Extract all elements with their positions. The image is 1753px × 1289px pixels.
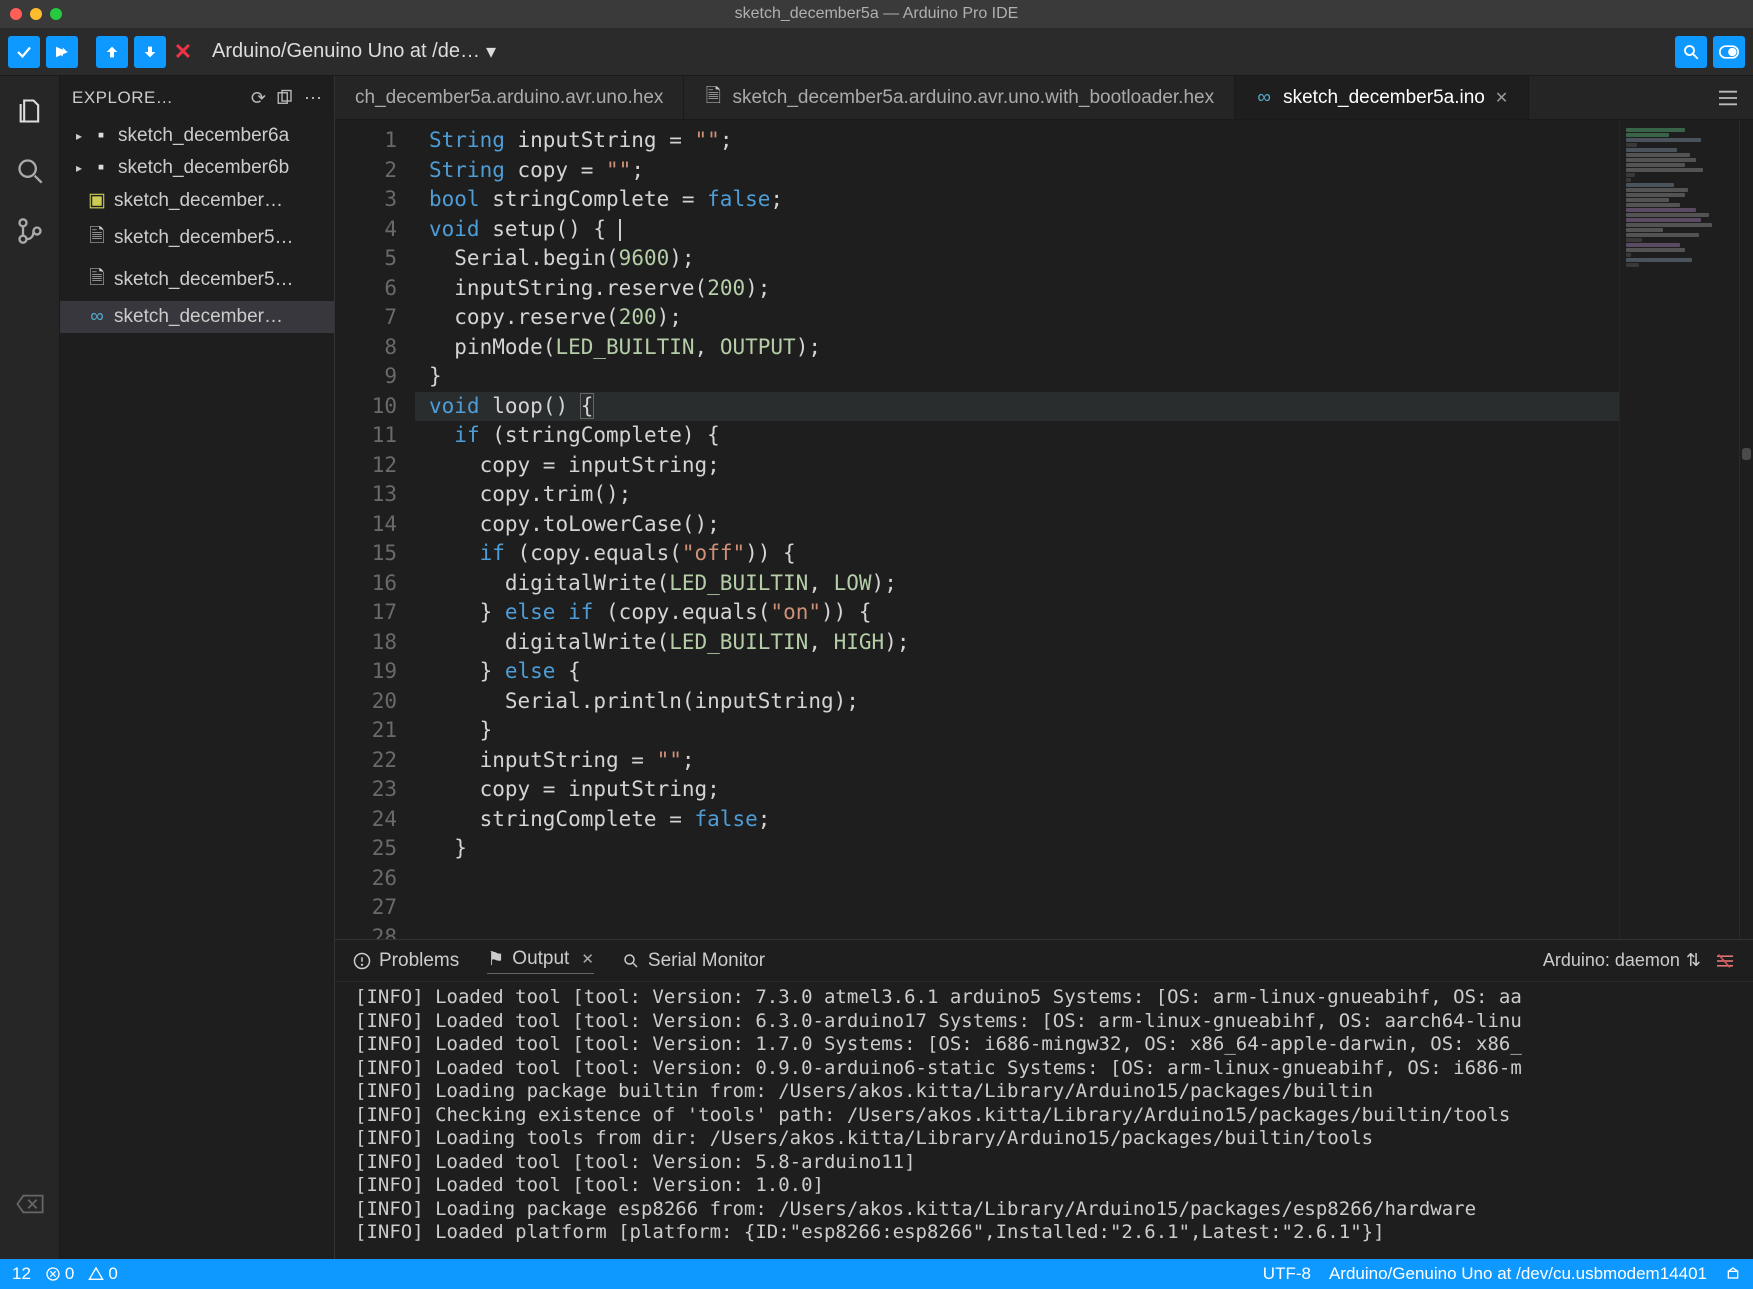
panel-tabs: Problems ⚑ Output ✕ Serial Monitor Ardui… [335,940,1753,982]
board-selector[interactable]: Arduino/Genuino Uno at /de… ▾ [200,39,508,64]
activity-bar [0,76,60,1259]
output-label: Output [512,948,569,970]
warning-count: 0 [108,1264,117,1284]
search-toolbar-button[interactable] [1675,36,1707,68]
file-label: sketch_december5… [114,269,294,291]
editor-tab[interactable]: ch_december5a.arduino.avr.uno.hex [335,76,684,119]
tab-label: ch_december5a.arduino.avr.uno.hex [355,87,663,109]
explorer-activity-icon[interactable] [15,96,45,126]
board-selector-label: Arduino/Genuino Uno at /de… [212,40,480,63]
main-area: EXPLORE… ⟳ ⋯ ▪ sketch_december6a ▪ sketc… [0,76,1753,1259]
file-item[interactable]: ▣ sketch_december… [60,184,334,217]
file-label: sketch_december… [114,306,283,328]
editor-tab[interactable]: 🗎 sketch_december5a.arduino.avr.uno.with… [684,76,1235,119]
more-icon[interactable]: ⋯ [304,88,322,109]
ino-file-icon: ∞ [1255,87,1273,109]
status-errors[interactable]: 0 [45,1264,74,1284]
select-arrows-icon: ⇅ [1686,950,1701,971]
line-number-gutter: 1234567891011121314151617181920212223242… [335,120,415,939]
stop-button[interactable]: ✕ [172,39,194,65]
chevron-down-icon: ▾ [486,39,496,64]
flag-icon: ⚑ [487,948,504,971]
editor-area: ch_december5a.arduino.avr.uno.hex 🗎 sket… [335,76,1753,1259]
sidebar-title: EXPLORE… [72,88,241,108]
window-title: sketch_december5a — Arduino Pro IDE [0,5,1753,23]
problems-icon [353,952,371,970]
problems-tab[interactable]: Problems [353,950,459,972]
status-board[interactable]: Arduino/Genuino Uno at /dev/cu.usbmodem1… [1329,1264,1707,1284]
code-editor[interactable]: 1234567891011121314151617181920212223242… [335,120,1753,939]
clear-icon[interactable] [15,1189,45,1219]
ino-file-icon: ∞ [88,306,106,328]
config-file-icon: ▣ [88,189,106,212]
code-content[interactable]: String inputString = "";String copy = ""… [415,120,1619,939]
minimap[interactable] [1619,120,1739,939]
file-list: ▪ sketch_december6a ▪ sketch_december6b … [60,120,334,1259]
problems-label: Problems [379,950,459,972]
toolbar: ✕ Arduino/Genuino Uno at /de… ▾ [0,28,1753,76]
toggle-advanced-button[interactable] [1713,36,1745,68]
serial-label: Serial Monitor [648,950,765,972]
status-linecol[interactable]: 12 [12,1264,31,1284]
notifications-icon[interactable] [1725,1266,1741,1282]
file-item-active[interactable]: ∞ sketch_december… [60,301,334,333]
tab-label: sketch_december5a.arduino.avr.uno.with_b… [732,87,1214,109]
serial-monitor-tab[interactable]: Serial Monitor [622,950,765,972]
file-icon: 🗎 [88,264,106,296]
close-tab-icon[interactable]: ✕ [1495,88,1508,108]
file-item[interactable]: 🗎 sketch_december5… [60,217,334,259]
open-button[interactable] [96,36,128,68]
status-warnings[interactable]: 0 [88,1264,117,1284]
vertical-scrollbar[interactable] [1739,120,1753,939]
monitor-icon [622,952,640,970]
file-label: sketch_december6b [118,157,289,179]
file-label: sketch_december… [114,190,283,212]
verify-button[interactable] [8,36,40,68]
error-count: 0 [65,1264,74,1284]
list-view-icon[interactable] [1717,89,1739,107]
collapse-icon[interactable] [276,89,294,107]
folder-icon: ▪ [92,157,110,179]
file-item[interactable]: 🗎 sketch_december5… [60,259,334,301]
folder-item[interactable]: ▪ sketch_december6a [60,120,334,152]
search-activity-icon[interactable] [15,156,45,186]
sidebar-header: EXPLORE… ⟳ ⋯ [60,76,334,120]
editor-actions [1703,76,1753,119]
output-content[interactable]: [INFO] Loaded tool [tool: Version: 7.3.0… [335,982,1753,1259]
file-label: sketch_december6a [118,125,289,147]
save-button[interactable] [134,36,166,68]
clear-output-icon[interactable] [1715,953,1735,969]
editor-tabs: ch_december5a.arduino.avr.uno.hex 🗎 sket… [335,76,1753,120]
channel-label: Arduino: daemon [1543,950,1680,971]
folder-item[interactable]: ▪ sketch_december6b [60,152,334,184]
file-label: sketch_december5… [114,227,294,249]
output-tab[interactable]: ⚑ Output ✕ [487,948,594,974]
refresh-icon[interactable]: ⟳ [251,88,266,109]
explorer-sidebar: EXPLORE… ⟳ ⋯ ▪ sketch_december6a ▪ sketc… [60,76,335,1259]
folder-icon: ▪ [92,125,110,147]
bottom-panel: Problems ⚑ Output ✕ Serial Monitor Ardui… [335,939,1753,1259]
scrollbar-thumb[interactable] [1742,448,1751,460]
status-bar: 12 0 0 UTF-8 Arduino/Genuino Uno at /dev… [0,1259,1753,1289]
title-bar: sketch_december5a — Arduino Pro IDE [0,0,1753,28]
file-icon: 🗎 [704,82,722,114]
editor-tab-active[interactable]: ∞ sketch_december5a.ino ✕ [1235,76,1529,119]
scm-activity-icon[interactable] [15,216,45,246]
tab-label: sketch_december5a.ino [1283,87,1485,109]
file-icon: 🗎 [88,222,106,254]
upload-button[interactable] [46,36,78,68]
close-panel-icon[interactable]: ✕ [581,950,594,968]
output-channel-selector[interactable]: Arduino: daemon ⇅ [1543,950,1701,971]
status-encoding[interactable]: UTF-8 [1263,1264,1311,1284]
